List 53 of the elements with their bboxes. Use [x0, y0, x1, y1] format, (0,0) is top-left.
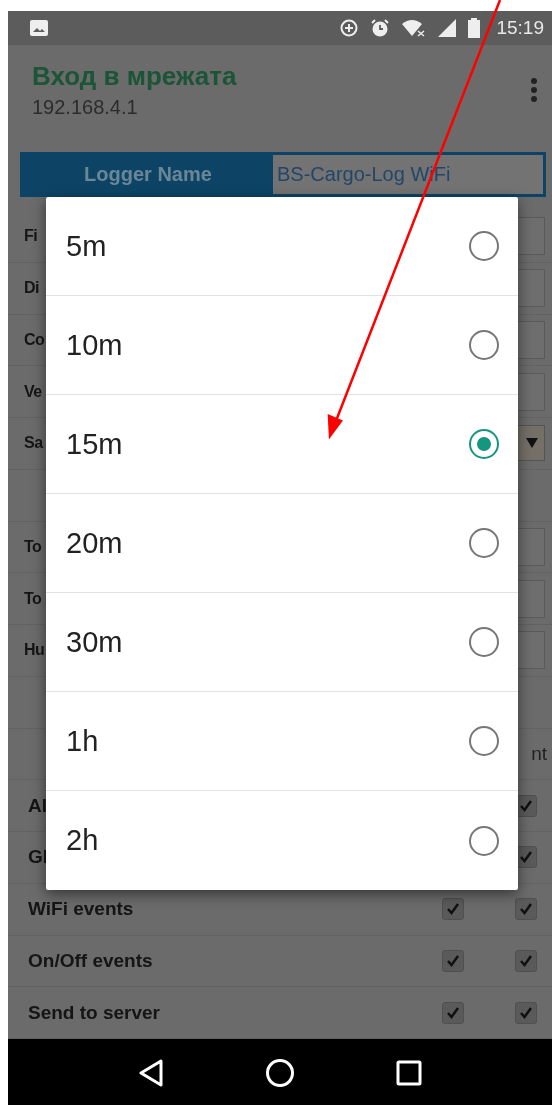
back-icon[interactable]: [138, 1058, 165, 1087]
setting-label: Send to server: [28, 1001, 160, 1024]
battery-icon: [468, 18, 481, 38]
checkbox[interactable]: [515, 949, 537, 972]
checkbox[interactable]: [515, 898, 537, 921]
app-title: Вход в мрежата: [32, 61, 237, 92]
cell-signal-icon: [438, 19, 457, 37]
alarm-clock-icon: [370, 18, 391, 38]
radio-button[interactable]: [469, 231, 499, 261]
home-icon[interactable]: [265, 1057, 295, 1088]
checkbox[interactable]: [515, 1001, 537, 1024]
radio-button[interactable]: [469, 825, 499, 856]
setting-label: WiFi events: [28, 898, 134, 921]
check-icon: [519, 902, 533, 917]
radio-button[interactable]: [469, 330, 499, 360]
check-icon: [519, 850, 533, 865]
app-subtitle: 192.168.4.1: [32, 96, 139, 119]
overflow-menu-icon[interactable]: [530, 77, 538, 103]
check-icon: [446, 953, 460, 968]
field-label: Logger Name: [83, 162, 213, 187]
check-icon: [519, 798, 533, 813]
check-icon: [446, 1005, 460, 1020]
checkbox[interactable]: [442, 949, 464, 972]
dialog-option[interactable]: 30m: [46, 593, 518, 692]
check-icon: [446, 902, 460, 917]
radio-button[interactable]: [469, 627, 499, 657]
column-heading: nt: [531, 742, 547, 765]
recent-apps-icon[interactable]: [395, 1059, 422, 1086]
image-icon: [30, 20, 48, 36]
dialog-option[interactable]: 2h: [46, 791, 518, 890]
dropdown-arrow-icon: [526, 438, 538, 449]
radio-button[interactable]: [469, 726, 499, 756]
field-label: Di: [24, 279, 39, 298]
field-label: To: [24, 537, 42, 556]
radio-button[interactable]: [469, 429, 499, 459]
dialog-option[interactable]: 20m: [46, 494, 518, 593]
field-label: To: [24, 589, 42, 608]
field-label: Sa: [24, 434, 43, 453]
checkbox[interactable]: [442, 1001, 464, 1024]
setting-label: On/Off events: [28, 949, 153, 972]
checkbox[interactable]: [442, 898, 464, 921]
check-icon: [519, 1005, 533, 1020]
field-label: Ve: [24, 382, 42, 401]
dialog-option[interactable]: 1h: [46, 692, 518, 791]
field-label: Hu: [24, 641, 45, 660]
check-icon: [519, 953, 533, 968]
add-circle-icon: [340, 19, 359, 37]
radio-button[interactable]: [469, 528, 499, 558]
wifi-icon: [402, 19, 427, 37]
status-time: 15:19: [496, 17, 544, 39]
setting-label: Al: [28, 794, 47, 817]
field-label: Fi: [24, 227, 38, 246]
field-label: Co: [24, 330, 45, 349]
